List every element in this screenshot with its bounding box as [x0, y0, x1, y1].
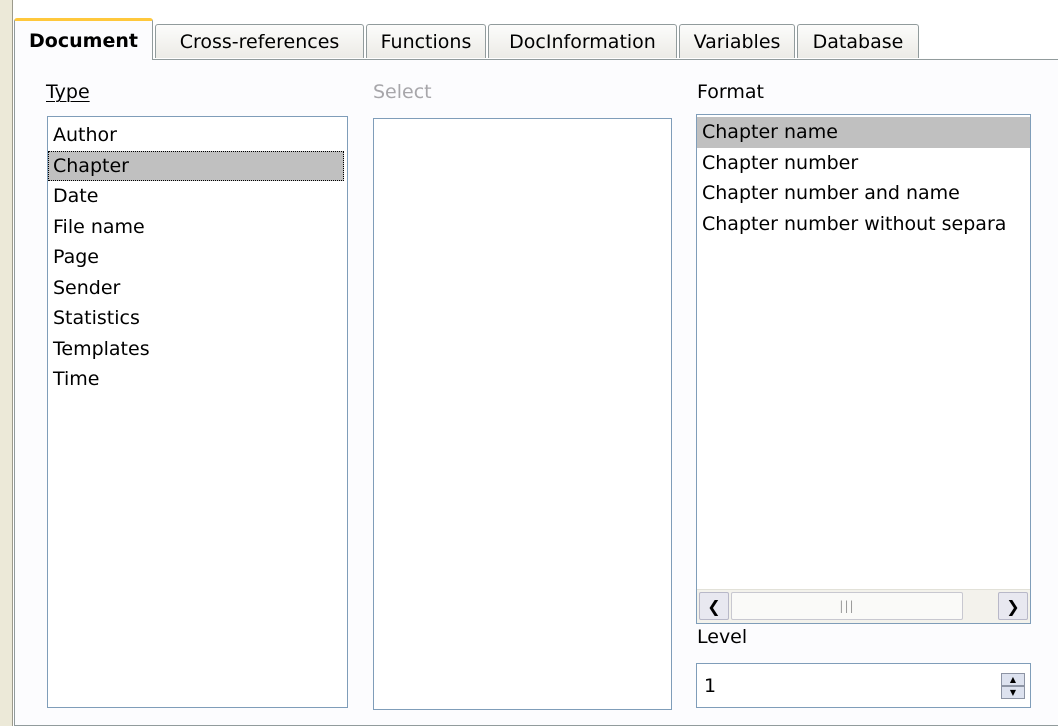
scroll-thumb[interactable]: |||	[731, 592, 963, 620]
format-item-chapter-name[interactable]: Chapter name	[697, 117, 1030, 148]
format-label: Format	[697, 81, 764, 103]
format-item-chapter-number-without-separator[interactable]: Chapter number without separa	[697, 209, 1030, 240]
format-listbox[interactable]: Chapter name Chapter number Chapter numb…	[696, 114, 1031, 624]
chevron-right-icon[interactable]: ❯	[998, 592, 1028, 620]
tab-document[interactable]: Document	[14, 18, 153, 60]
type-item-time[interactable]: Time	[48, 364, 347, 395]
type-item-author[interactable]: Author	[48, 120, 347, 151]
level-spin-buttons[interactable]: ▲ ▼	[1001, 673, 1025, 699]
window-edge	[0, 0, 13, 726]
select-listbox	[373, 118, 672, 710]
type-listbox[interactable]: Author Chapter Date File name Page Sende…	[47, 116, 348, 708]
format-item-chapter-number-and-name[interactable]: Chapter number and name	[697, 178, 1030, 209]
type-item-templates[interactable]: Templates	[48, 334, 347, 365]
tab-cross-references[interactable]: Cross-references	[155, 24, 364, 58]
type-item-statistics[interactable]: Statistics	[48, 303, 347, 334]
tab-database[interactable]: Database	[797, 24, 919, 58]
type-item-file-name[interactable]: File name	[48, 212, 347, 243]
level-label: Level	[697, 626, 748, 648]
chevron-left-icon[interactable]: ❮	[699, 592, 729, 620]
type-label: Type	[46, 81, 90, 103]
type-item-date[interactable]: Date	[48, 181, 347, 212]
type-item-page[interactable]: Page	[48, 242, 347, 273]
format-item-chapter-number[interactable]: Chapter number	[697, 148, 1030, 179]
chevron-up-icon[interactable]: ▲	[1001, 673, 1025, 686]
chevron-down-icon[interactable]: ▼	[1001, 686, 1025, 699]
tab-variables[interactable]: Variables	[679, 24, 795, 58]
tab-docinformation[interactable]: DocInformation	[488, 24, 677, 58]
type-item-chapter[interactable]: Chapter	[48, 150, 344, 181]
tab-functions[interactable]: Functions	[366, 24, 486, 58]
grip-icon: |||	[839, 599, 855, 613]
level-value[interactable]: 1	[704, 675, 716, 697]
format-horizontal-scrollbar[interactable]: ❮ ||| ❯	[697, 589, 1030, 623]
select-label: Select	[373, 81, 432, 103]
tab-bar: Document Cross-references Functions DocI…	[14, 18, 1058, 60]
type-item-sender[interactable]: Sender	[48, 273, 347, 304]
level-spinbox[interactable]: 1 ▲ ▼	[696, 663, 1031, 708]
